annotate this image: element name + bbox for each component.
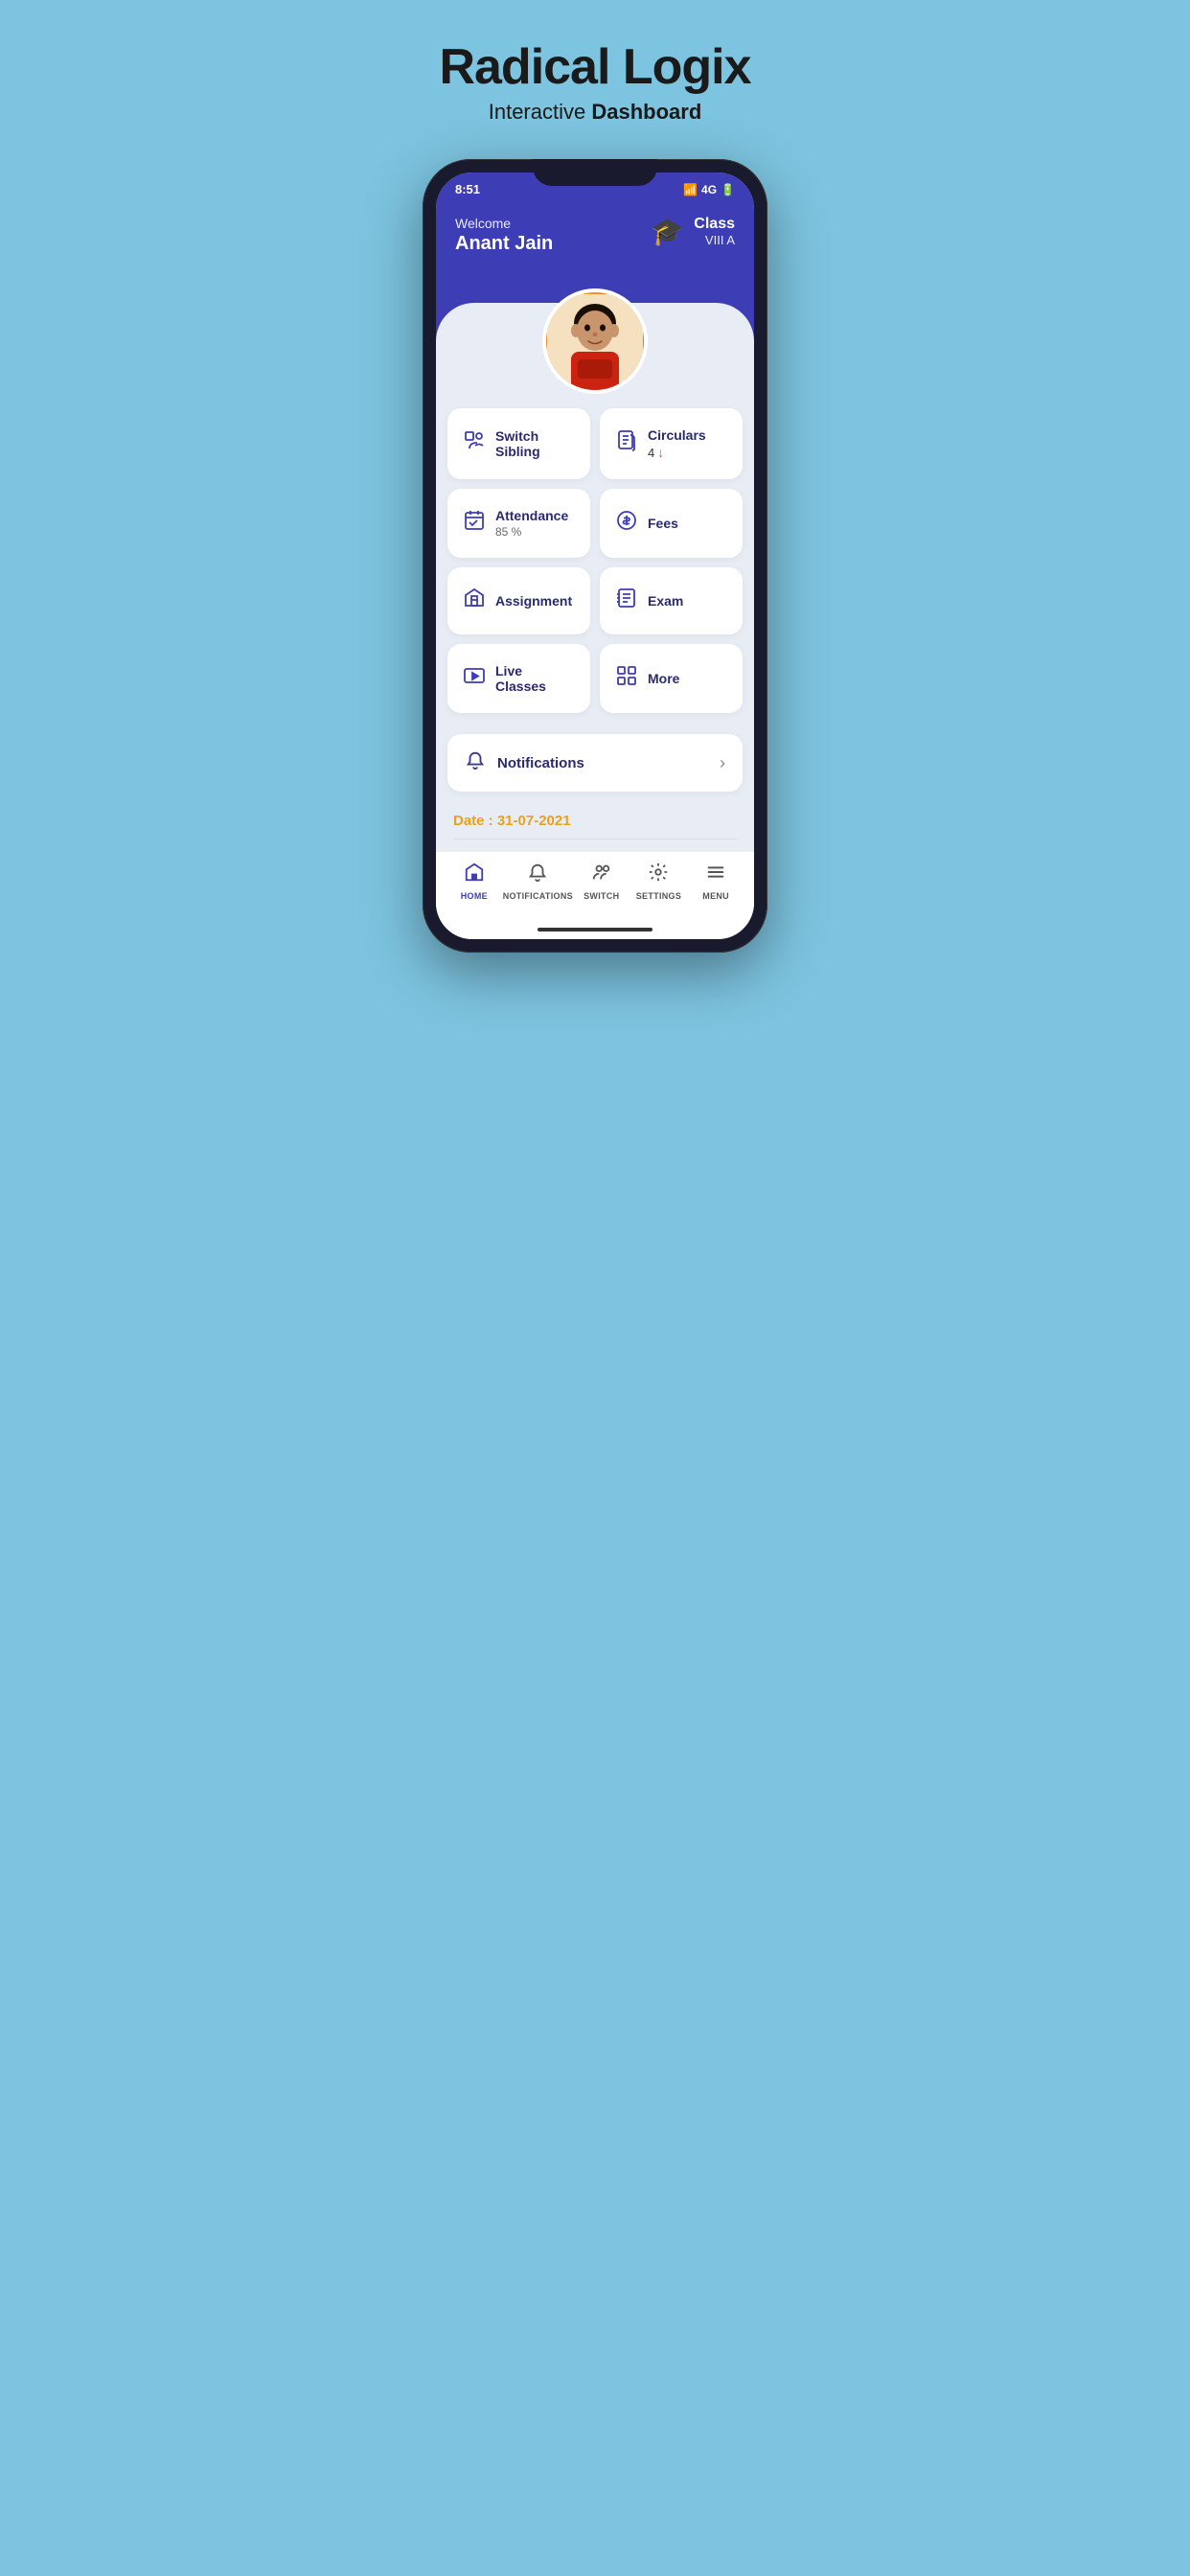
class-info: Class VIII A xyxy=(694,216,735,247)
notifications-row[interactable]: Notifications › xyxy=(447,734,743,792)
bottom-nav: HOME NOTIFICATIONS xyxy=(436,851,754,924)
exam-title: Exam xyxy=(648,593,683,609)
content-area: Switch Sibling Circulars xyxy=(436,341,754,939)
nav-switch[interactable]: SWITCH xyxy=(573,862,630,901)
notifications-label: Notifications xyxy=(497,755,584,771)
down-arrow-icon: ↓ xyxy=(657,445,664,460)
attendance-icon xyxy=(463,509,486,538)
welcome-label: Welcome xyxy=(455,216,553,231)
home-icon xyxy=(464,862,485,888)
settings-nav-icon xyxy=(648,862,669,888)
exam-content: Exam xyxy=(648,593,683,609)
circulars-count: 4 ↓ xyxy=(648,445,706,460)
more-card[interactable]: More xyxy=(600,644,743,713)
switch-nav-label: SWITCH xyxy=(584,891,619,901)
dashboard-grid: Switch Sibling Circulars xyxy=(436,341,754,734)
phone-screen: 8:51 📶 4G 🔋 Welcome Anant Jain 🎓 Class V… xyxy=(436,172,754,939)
assignment-card[interactable]: Assignment xyxy=(447,567,590,634)
switch-sibling-content: Switch Sibling xyxy=(495,428,575,459)
status-indicators: 📶 4G 🔋 xyxy=(683,183,735,196)
date-bar: Date : 31-07-2021 xyxy=(436,803,754,851)
menu-nav-icon xyxy=(705,862,726,888)
nav-menu[interactable]: MENU xyxy=(687,862,744,901)
home-nav-label: HOME xyxy=(461,891,488,901)
avatar xyxy=(542,288,648,394)
exam-card[interactable]: Exam xyxy=(600,567,743,634)
notch xyxy=(533,159,657,186)
welcome-section: Welcome Anant Jain xyxy=(455,216,553,255)
attendance-subtitle: 85 % xyxy=(495,525,568,539)
attendance-title: Attendance xyxy=(495,508,568,523)
more-title: More xyxy=(648,671,679,686)
fees-title: Fees xyxy=(648,516,678,531)
notifications-nav-icon xyxy=(527,862,548,888)
notifications-bell-icon xyxy=(465,749,486,776)
circulars-icon xyxy=(615,429,638,458)
nav-settings[interactable]: SETTINGS xyxy=(630,862,688,901)
assignment-content: Assignment xyxy=(495,593,572,609)
exam-icon xyxy=(615,586,638,615)
nav-home[interactable]: HOME xyxy=(446,862,503,901)
assignment-title: Assignment xyxy=(495,593,572,609)
notifications-nav-label: NOTIFICATIONS xyxy=(503,891,573,901)
indicator-bar xyxy=(538,928,652,932)
live-classes-title: Live Classes xyxy=(495,663,575,694)
menu-nav-label: MENU xyxy=(702,891,729,901)
subtitle-bold: Dashboard xyxy=(591,100,701,124)
date-divider xyxy=(453,839,737,840)
class-label: Class xyxy=(694,216,735,233)
battery-icon: 🔋 xyxy=(721,183,735,196)
fees-icon xyxy=(615,509,638,538)
page-bg-title: Radical Logix xyxy=(439,38,750,96)
grid-row-1: Switch Sibling Circulars xyxy=(447,408,743,479)
live-classes-card[interactable]: Live Classes xyxy=(447,644,590,713)
network-type: 4G xyxy=(701,183,717,196)
signal-icon: 📶 xyxy=(683,183,698,196)
fees-card[interactable]: Fees xyxy=(600,489,743,558)
page-bg-subtitle: Interactive Dashboard xyxy=(489,100,702,125)
home-indicator xyxy=(436,924,754,939)
class-icon: 🎓 xyxy=(651,216,684,247)
circulars-content: Circulars 4 ↓ xyxy=(648,427,706,460)
notifications-arrow-icon: › xyxy=(720,753,725,773)
more-icon xyxy=(615,664,638,693)
fees-content: Fees xyxy=(648,516,678,531)
circulars-title: Circulars xyxy=(648,427,706,443)
live-classes-content: Live Classes xyxy=(495,663,575,694)
notifications-left: Notifications xyxy=(465,749,584,776)
switch-sibling-card[interactable]: Switch Sibling xyxy=(447,408,590,479)
status-time: 8:51 xyxy=(455,182,480,196)
more-content: More xyxy=(648,671,679,686)
switch-nav-icon xyxy=(591,862,612,888)
circulars-card[interactable]: Circulars 4 ↓ xyxy=(600,408,743,479)
grid-row-3: Assignment Exam xyxy=(447,567,743,634)
grid-row-4: Live Classes M xyxy=(447,644,743,713)
nav-notifications[interactable]: NOTIFICATIONS xyxy=(503,862,573,901)
avatar-image xyxy=(546,292,644,390)
class-section: 🎓 Class VIII A xyxy=(651,216,735,247)
grid-row-2: Attendance 85 % Fees xyxy=(447,489,743,558)
attendance-card[interactable]: Attendance 85 % xyxy=(447,489,590,558)
student-name: Anant Jain xyxy=(455,233,553,255)
circulars-number: 4 xyxy=(648,446,654,460)
subtitle-plain: Interactive xyxy=(489,100,592,124)
live-classes-icon xyxy=(463,664,486,693)
attendance-content: Attendance 85 % xyxy=(495,508,568,539)
class-value: VIII A xyxy=(694,233,735,247)
assignment-icon xyxy=(463,586,486,615)
phone-frame: 8:51 📶 4G 🔋 Welcome Anant Jain 🎓 Class V… xyxy=(423,159,767,953)
settings-nav-label: SETTINGS xyxy=(636,891,681,901)
date-text: Date : 31-07-2021 xyxy=(453,813,737,829)
switch-sibling-title: Switch Sibling xyxy=(495,428,575,459)
switch-sibling-icon xyxy=(463,429,486,458)
